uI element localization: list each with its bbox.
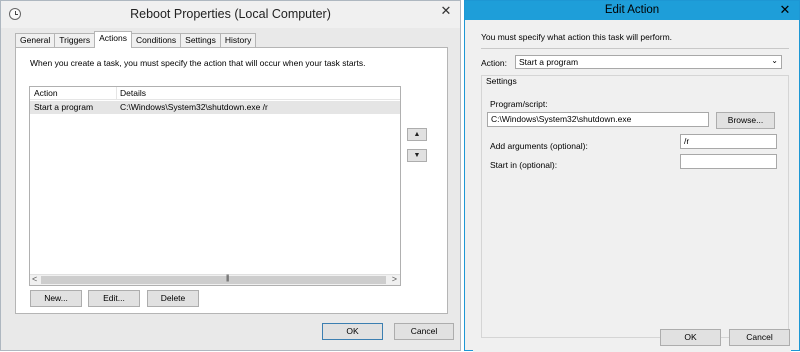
tab-history[interactable]: History (219, 33, 257, 48)
settings-label: Settings (486, 76, 517, 86)
arrow-up-icon: ▲ (413, 131, 421, 138)
tab-conditions[interactable]: Conditions (130, 33, 182, 48)
actions-list[interactable]: Action Details Start a program C:\Window… (29, 86, 401, 286)
arguments-label: Add arguments (optional): (490, 141, 588, 151)
grip-icon: ||| (226, 275, 230, 282)
dialog-body: You must specify what action this task w… (473, 20, 791, 352)
must-specify-text: You must specify what action this task w… (481, 32, 673, 42)
horizontal-scrollbar[interactable]: < ||| > (30, 274, 400, 285)
tab-settings[interactable]: Settings (180, 33, 221, 48)
edit-action-dialog: Edit Action ✕ You must specify what acti… (464, 0, 800, 352)
column-header-details[interactable]: Details (120, 88, 146, 98)
close-button[interactable]: ✕ (437, 3, 455, 19)
table-row[interactable]: Start a program C:\Windows\System32\shut… (30, 101, 400, 114)
scroll-left-icon[interactable]: < (32, 274, 37, 284)
new-button[interactable]: New... (30, 290, 82, 307)
action-dropdown-value: Start a program (519, 57, 579, 67)
dialog-cancel-button[interactable]: Cancel (729, 329, 790, 346)
arguments-value: /r (684, 136, 690, 146)
edit-button[interactable]: Edit... (88, 290, 140, 307)
window-title: Reboot Properties (Local Computer) (130, 7, 331, 21)
tab-triggers[interactable]: Triggers (54, 33, 96, 48)
program-script-label: Program/script: (490, 99, 548, 109)
dialog-title-bar[interactable]: Edit Action ✕ (465, 1, 799, 20)
program-script-field[interactable]: C:\Windows\System32\shutdown.exe (487, 112, 709, 127)
move-up-button[interactable]: ▲ (407, 128, 427, 141)
actions-panel: When you create a task, you must specify… (15, 47, 448, 314)
arguments-field[interactable]: /r (680, 134, 777, 149)
scroll-right-icon[interactable]: > (392, 274, 397, 284)
start-in-field[interactable] (680, 154, 777, 169)
task-properties-window: Reboot Properties (Local Computer) ✕ Gen… (0, 0, 461, 351)
title-bar[interactable]: Reboot Properties (Local Computer) ✕ (1, 1, 460, 28)
row-details-cell: C:\Windows\System32\shutdown.exe /r (120, 102, 268, 112)
divider (481, 48, 789, 49)
delete-button[interactable]: Delete (147, 290, 199, 307)
dialog-ok-button[interactable]: OK (660, 329, 721, 346)
instruction-text: When you create a task, you must specify… (30, 58, 366, 68)
tab-general[interactable]: General (15, 33, 56, 48)
chevron-down-icon[interactable]: ⌄ (771, 56, 778, 65)
tab-strip: General Triggers Actions Conditions Sett… (15, 31, 257, 48)
start-in-label: Start in (optional): (490, 160, 558, 170)
dialog-close-button[interactable]: ✕ (776, 2, 794, 18)
scroll-thumb[interactable]: ||| (41, 275, 386, 284)
action-dropdown[interactable]: Start a program ⌄ (515, 55, 782, 69)
list-header: Action Details (30, 87, 400, 100)
action-label: Action: (481, 58, 507, 68)
dialog-title: Edit Action (604, 4, 660, 16)
program-script-value: C:\Windows\System32\shutdown.exe (491, 114, 632, 124)
row-action-cell: Start a program (34, 102, 94, 112)
column-header-action[interactable]: Action (34, 88, 58, 98)
tab-actions[interactable]: Actions (94, 31, 132, 48)
move-down-button[interactable]: ▼ (407, 149, 427, 162)
ok-button[interactable]: OK (322, 323, 383, 340)
arrow-down-icon: ▼ (413, 152, 421, 159)
browse-button[interactable]: Browse... (716, 112, 775, 129)
column-separator[interactable] (116, 87, 117, 100)
cancel-button[interactable]: Cancel (394, 323, 454, 340)
